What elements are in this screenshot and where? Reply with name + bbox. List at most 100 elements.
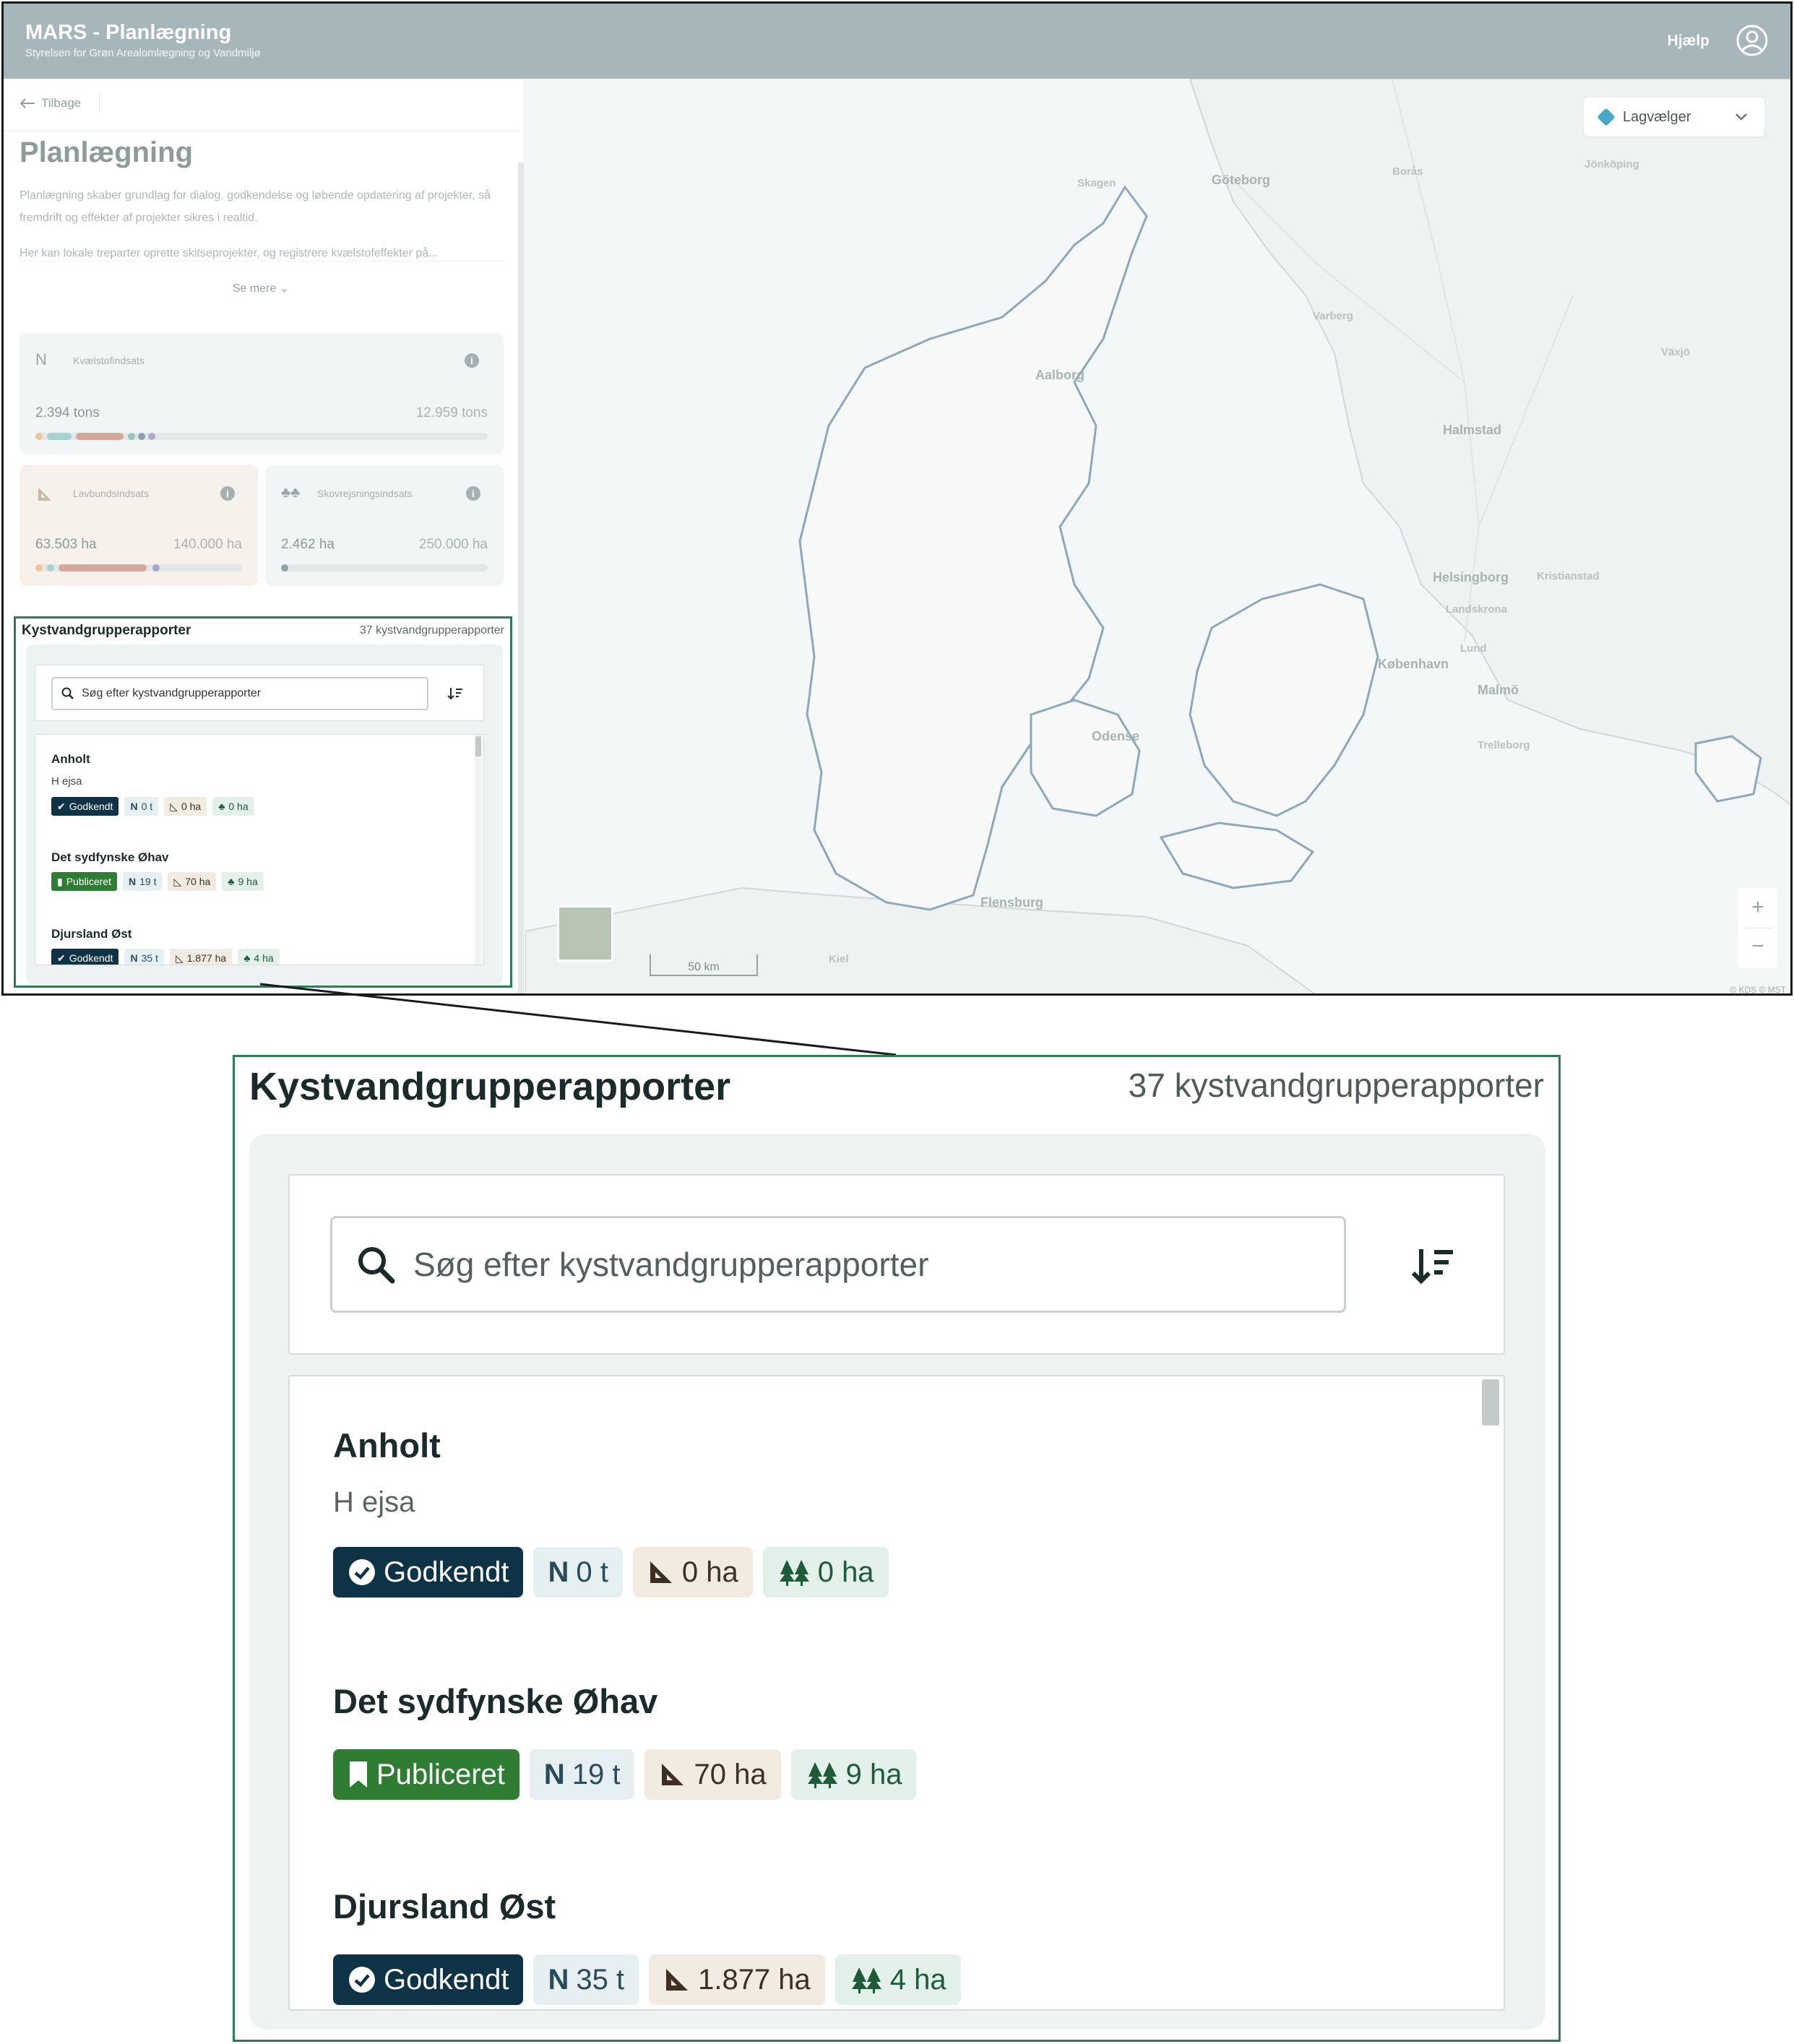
- layer-picker-dropdown[interactable]: Lagvælger: [1584, 98, 1764, 137]
- check-circle-icon: [349, 1967, 375, 1993]
- forest-value: 0 ha: [228, 801, 249, 812]
- check-circle-icon: ✔: [57, 801, 66, 812]
- sidebar-scrollbar[interactable]: [518, 163, 524, 993]
- nitrogen-progress: [35, 433, 488, 440]
- map-label: København: [1378, 657, 1449, 671]
- lowland-badge: 0 ha: [632, 1547, 753, 1597]
- sort-icon[interactable]: [1411, 1246, 1454, 1285]
- set-square-icon: ◺: [173, 876, 182, 887]
- lowland-value: 0 ha: [681, 1556, 738, 1588]
- help-link[interactable]: Hjælp: [1668, 33, 1709, 50]
- user-circle-icon[interactable]: [1735, 24, 1769, 57]
- info-icon[interactable]: i: [465, 353, 479, 368]
- list-item-title[interactable]: Anholt: [333, 1426, 441, 1465]
- nitrogen-badge: N 35 t: [124, 949, 164, 965]
- section-count: 37 kystvandgrupperapporter: [359, 624, 504, 637]
- lowland-value: 0 ha: [181, 801, 202, 812]
- lowland-value: 70 ha: [694, 1759, 767, 1790]
- map-label: Borås: [1392, 165, 1423, 178]
- nitrogen-value: 0 t: [576, 1556, 608, 1588]
- map-label: Jönköping: [1584, 158, 1639, 171]
- back-link[interactable]: Tilbage: [20, 96, 81, 111]
- back-label: Tilbage: [41, 96, 82, 110]
- see-more-label: Se mere: [232, 283, 277, 295]
- zoom-out-button[interactable]: −: [1738, 927, 1777, 966]
- status-label: Godkendt: [69, 801, 113, 812]
- info-icon[interactable]: i: [220, 486, 235, 501]
- trees-icon: ♣♣: [281, 485, 301, 501]
- status-badge: ✔ Godkendt: [51, 949, 119, 965]
- kystvand-section-zoom: Kystvandgrupperapporter 37 kystvandgrupp…: [233, 1055, 1561, 2042]
- trees-icon: ♣: [243, 952, 251, 964]
- list-item-title[interactable]: Anholt: [51, 752, 90, 767]
- nitrogen-badge: N 19 t: [529, 1749, 635, 1800]
- arrow-left-icon: [20, 98, 35, 108]
- nitrogen-value: 0 t: [141, 801, 153, 812]
- check-circle-icon: ✔: [57, 952, 66, 964]
- section-title: Kystvandgrupperapporter: [249, 1065, 731, 1108]
- nitrogen-icon: N: [548, 1556, 569, 1588]
- bookmark-icon: ▮: [57, 876, 63, 887]
- search-input[interactable]: Søg efter kystvandgrupperapporter: [330, 1216, 1346, 1313]
- lowland-badge: ◺ 1.877 ha: [169, 949, 233, 965]
- status-label: Godkendt: [384, 1964, 509, 1996]
- layer-picker-label: Lagvælger: [1623, 108, 1691, 125]
- divider: [20, 261, 504, 262]
- kystvand-panel: Søg efter kystvandgrupperapporter Anholt…: [249, 1134, 1545, 2030]
- see-more-button[interactable]: Se mere ⌄: [4, 281, 518, 296]
- divider: [99, 93, 100, 112]
- lowland-badge: ◺ 0 ha: [164, 797, 207, 816]
- list-scrollbar[interactable]: [1482, 1376, 1501, 2009]
- sort-icon[interactable]: [447, 687, 463, 700]
- map-label: Skagen: [1077, 177, 1116, 189]
- nitrogen-value: 19 t: [572, 1759, 621, 1790]
- search-input[interactable]: Søg efter kystvandgrupperapporter: [51, 677, 428, 710]
- trees-icon: ♣: [218, 801, 225, 812]
- set-square-icon: ◺: [170, 801, 178, 812]
- nitrogen-icon: N: [548, 1964, 569, 1996]
- nitrogen-max: 12.959 tons: [415, 405, 488, 421]
- set-square-icon: ◺: [175, 952, 184, 964]
- top-bar: MARS - Planlægning Styrelsen for Grøn Ar…: [4, 4, 1790, 79]
- list-item-title[interactable]: Det sydfynske Øhav: [333, 1681, 657, 1721]
- lowland-progress: [35, 564, 242, 572]
- lowland-value: 63.503 ha: [35, 537, 97, 552]
- status-badge: Godkendt: [333, 1954, 524, 2005]
- basemap-switcher[interactable]: [557, 905, 613, 962]
- section-title: Kystvandgrupperapporter: [22, 623, 191, 638]
- map-label: Kiel: [829, 953, 849, 965]
- forest-badge: 9 ha: [790, 1749, 917, 1800]
- list-item-title[interactable]: Det sydfynske Øhav: [51, 850, 169, 865]
- list-item-title[interactable]: Djursland Øst: [51, 927, 131, 941]
- trees-icon: [851, 1967, 881, 1993]
- list-item-title[interactable]: Djursland Øst: [333, 1886, 556, 1926]
- layers-icon: [1597, 108, 1616, 126]
- map-label: Odense: [1092, 729, 1140, 743]
- set-square-icon: [662, 1764, 684, 1785]
- scrollbar-thumb[interactable]: [1482, 1379, 1499, 1426]
- lowland-badge: ◺ 70 ha: [168, 872, 217, 891]
- forest-value: 9 ha: [845, 1759, 902, 1790]
- lowland-max: 140.000 ha: [173, 537, 242, 552]
- list-item-subtitle: H ejsa: [51, 775, 82, 788]
- page-title: Planlægning: [20, 137, 193, 168]
- forest-badge: 0 ha: [762, 1547, 889, 1597]
- info-icon[interactable]: i: [466, 486, 480, 501]
- zoom-in-button[interactable]: +: [1738, 888, 1777, 927]
- nitrogen-label: Kvælstofindsats: [73, 355, 145, 366]
- kystvand-panel: Søg efter kystvandgrupperapporter Anholt…: [26, 644, 503, 984]
- lowland-card: Lavbundsindsats i 63.503 ha 140.000 ha: [20, 465, 258, 586]
- list-item-tags: ✔ Godkendt N0 t ◺ 0 ha ♣ 0 ha: [51, 797, 254, 816]
- nitrogen-badge: N0 t: [533, 1547, 623, 1597]
- map-view[interactable]: Göteborg Borås Jönköping Varberg Växjö H…: [525, 79, 1790, 993]
- nitrogen-value: 35 t: [576, 1964, 625, 1996]
- status-label: Godkendt: [69, 952, 113, 964]
- app-subtitle: Styrelsen for Grøn Arealomlægning og Van…: [25, 47, 261, 59]
- list-item-tags: Godkendt N0 t 0 ha 0 ha: [333, 1547, 889, 1597]
- report-list: Anholt H ejsa ✔ Godkendt N0 t ◺ 0 ha ♣ 0 ha…: [35, 734, 484, 965]
- app-window: MARS - Planlægning Styrelsen for Grøn Ar…: [1, 1, 1793, 996]
- set-square-icon: [666, 1969, 689, 1991]
- map-label: Halmstad: [1443, 423, 1502, 437]
- list-scrollbar[interactable]: [475, 735, 482, 965]
- nitrogen-icon: N: [128, 876, 137, 887]
